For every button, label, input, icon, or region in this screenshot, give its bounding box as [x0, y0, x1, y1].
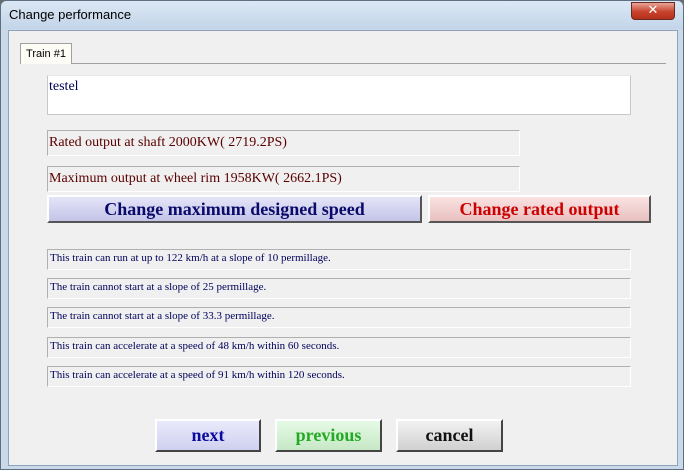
next-button[interactable]: next — [155, 419, 261, 452]
rated-output-field: Rated output at shaft 2000KW( 2719.2PS) — [47, 130, 520, 156]
max-output-field: Maximum output at wheel rim 1958KW( 2662… — [47, 166, 520, 192]
close-icon: ✕ — [647, 3, 659, 18]
info-line-accel-60s: This train can accelerate at a speed of … — [47, 337, 631, 358]
change-max-speed-button[interactable]: Change maximum designed speed — [47, 195, 422, 223]
info-line-slope-10: This train can run at up to 122 km/h at … — [47, 249, 631, 270]
dialog-content: Train #1 testel Rated output at shaft 20… — [8, 30, 678, 466]
cancel-button[interactable]: cancel — [396, 419, 503, 452]
tab-divider — [72, 63, 666, 64]
title-bar[interactable]: Change performance ✕ — [1, 1, 683, 29]
close-button[interactable]: ✕ — [631, 2, 675, 20]
tab-train-1[interactable]: Train #1 — [20, 43, 72, 64]
previous-button[interactable]: previous — [275, 419, 382, 452]
dialog-window: Change performance ✕ Train #1 testel Rat… — [0, 0, 684, 470]
info-line-accel-120s: This train can accelerate at a speed of … — [47, 366, 631, 387]
train-name-field[interactable]: testel — [47, 75, 631, 115]
change-rated-output-button[interactable]: Change rated output — [428, 195, 651, 223]
info-line-slope-25: The train cannot start at a slope of 25 … — [47, 278, 631, 299]
info-line-slope-33: The train cannot start at a slope of 33.… — [47, 307, 631, 328]
window-title: Change performance — [9, 7, 132, 22]
